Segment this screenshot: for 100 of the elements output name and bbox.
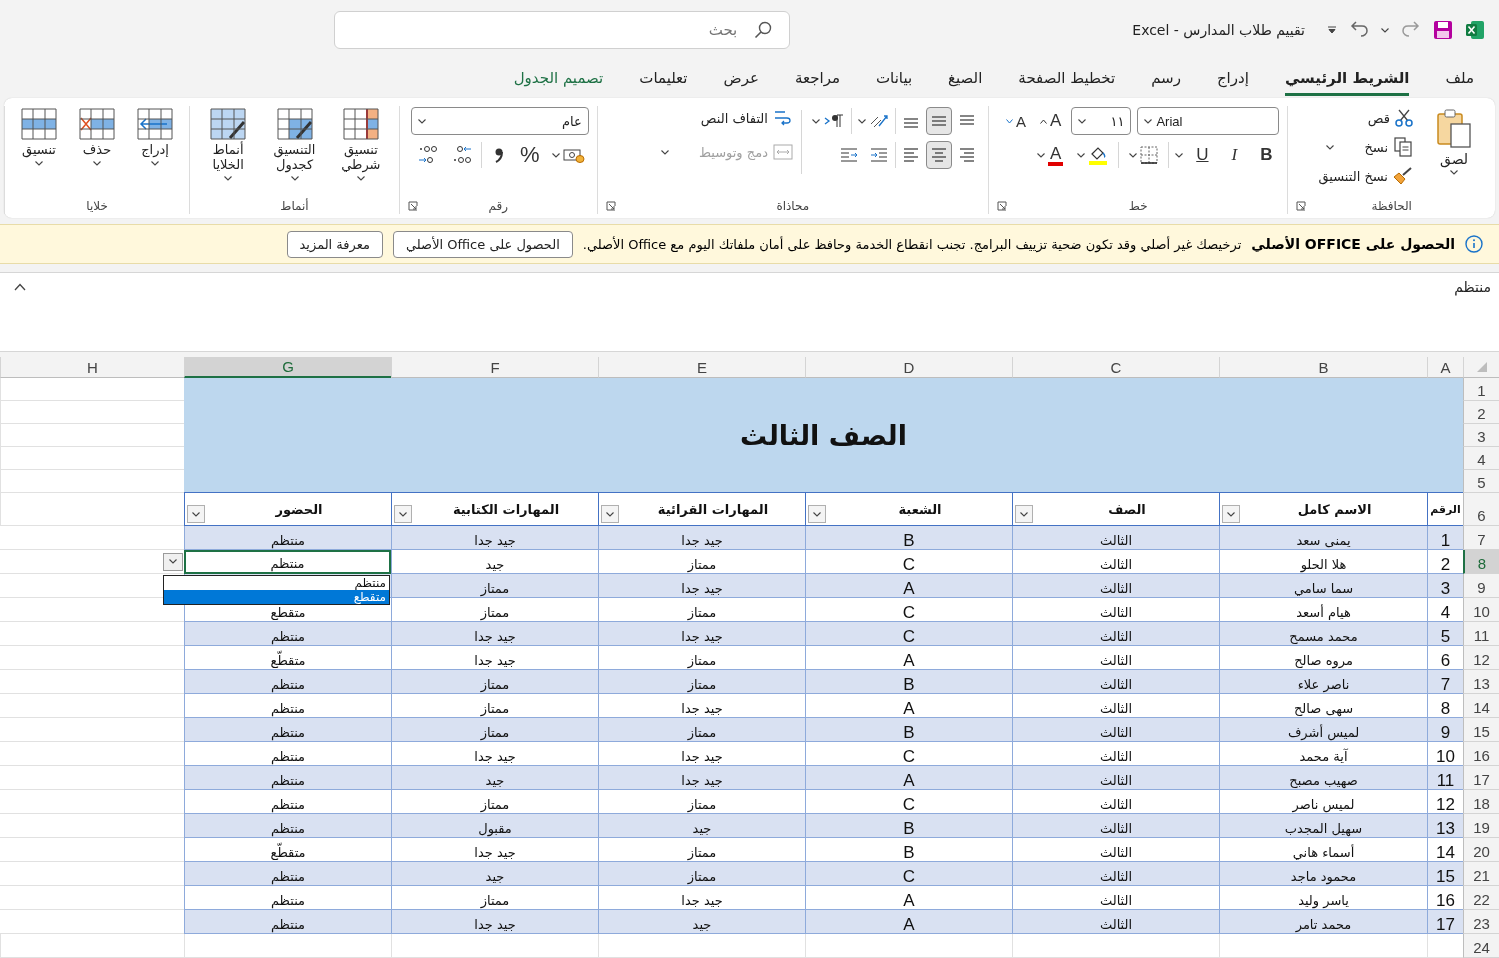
formula-bar[interactable]: منتظم (1454, 279, 1491, 295)
row-header[interactable]: 14 (1463, 694, 1499, 718)
row-header[interactable]: 13 (1463, 670, 1499, 694)
paste-button[interactable]: لصق (1421, 106, 1487, 178)
shrink-font-button[interactable]: A (1002, 107, 1031, 135)
ribbon-tab[interactable]: الشريط الرئيسي (1284, 62, 1410, 96)
delete-cells-button[interactable]: حذف (71, 106, 123, 168)
row-header[interactable]: 24 (1463, 934, 1499, 958)
table-cell: 13 (1427, 814, 1463, 838)
redo-icon[interactable] (1401, 20, 1421, 40)
column-header[interactable]: D (805, 357, 1012, 378)
row-header[interactable]: 19 (1463, 814, 1499, 838)
row-header[interactable]: 11 (1463, 622, 1499, 646)
vertical-align-button[interactable] (925, 107, 952, 135)
row-header[interactable]: 22 (1463, 886, 1499, 910)
row-header[interactable]: 20 (1463, 838, 1499, 862)
excel-logo[interactable] (1465, 20, 1485, 40)
ribbon-tab[interactable]: ملف (1445, 62, 1474, 96)
corner-triangle-icon (1476, 362, 1487, 372)
format-cells-button[interactable]: تنسيق (13, 106, 65, 168)
column-header[interactable]: G (184, 357, 391, 378)
caret-icon (1450, 170, 1458, 176)
row-header[interactable]: 4 (1463, 447, 1499, 470)
format-painter-button[interactable]: نسخ التنسيق (1316, 164, 1415, 188)
filter-button[interactable] (601, 505, 619, 523)
ribbon-tab[interactable]: مراجعة (794, 62, 840, 96)
dropdown-button[interactable] (163, 552, 183, 571)
copy-icon (1393, 137, 1413, 157)
filter-button[interactable] (1222, 505, 1240, 523)
row-header[interactable]: 12 (1463, 646, 1499, 670)
copy-button[interactable]: نسخ (1316, 134, 1415, 160)
cell-styles-button[interactable]: أنماط الخلايا (198, 106, 259, 183)
search-field[interactable]: بحث (334, 11, 791, 49)
table-cell: B (805, 718, 1012, 742)
table-cell: منتظم (184, 670, 391, 694)
row-header[interactable]: 18 (1463, 790, 1499, 814)
column-heading: الحضور (274, 501, 324, 517)
insert-cells-button[interactable]: إدراج (129, 106, 181, 168)
dialog-launcher-icon[interactable] (408, 201, 418, 211)
column-header[interactable]: B (1219, 357, 1427, 378)
wrap-text-button[interactable]: التفاف النص (658, 106, 795, 130)
column-header[interactable]: H (0, 357, 184, 378)
conditional-formatting-button[interactable]: تنسيق شرطي (330, 106, 391, 183)
caret-icon (224, 175, 233, 181)
table-cell: الثالث (1012, 766, 1219, 790)
row-header[interactable]: 17 (1463, 766, 1499, 790)
notice-button[interactable]: الحصول على Office الأصلي (392, 230, 573, 258)
ribbon-tab[interactable]: رسم (1151, 62, 1181, 96)
undo-icon[interactable] (1349, 20, 1369, 40)
row-header[interactable]: 6 (1463, 493, 1499, 526)
row-header[interactable]: 9 (1463, 574, 1499, 598)
column-header[interactable]: A (1427, 357, 1463, 378)
number-format-field[interactable]: عام (410, 107, 589, 135)
row-header[interactable]: 15 (1463, 718, 1499, 742)
ribbon-tab[interactable]: تعليمات (639, 62, 688, 96)
notice-button[interactable]: معرفة المزيد (286, 230, 383, 258)
column-header[interactable]: E (598, 357, 805, 378)
column-header[interactable]: F (391, 357, 598, 378)
collapse-icon[interactable] (14, 283, 26, 291)
row-header[interactable]: 8 (1463, 550, 1499, 574)
font-size-field[interactable]: ١١ (1071, 107, 1132, 135)
row-header[interactable]: 2 (1463, 401, 1499, 424)
ribbon-tab[interactable]: بيانات (875, 62, 913, 96)
row-header[interactable]: 16 (1463, 742, 1499, 766)
row-header[interactable]: 3 (1463, 424, 1499, 447)
table-cell: الثالث (1012, 622, 1219, 646)
underline-button[interactable]: U (1189, 141, 1216, 169)
column-header[interactable]: C (1012, 357, 1219, 378)
dialog-launcher-icon[interactable] (996, 201, 1007, 211)
font-name-field[interactable]: Arial (1137, 107, 1280, 135)
customize-toolbar-icon[interactable] (1327, 26, 1337, 34)
table-cell: 5 (1427, 622, 1463, 646)
filter-button[interactable] (187, 505, 205, 523)
ribbon-tab[interactable]: تصميم الجدول (513, 62, 604, 96)
ribbon-tab[interactable]: الصيغ (948, 62, 983, 96)
format-as-table-button[interactable]: التنسيق كجدول (264, 106, 325, 183)
percent-button[interactable]: % (516, 141, 544, 169)
filter-button[interactable] (808, 505, 826, 523)
dialog-launcher-icon[interactable] (1296, 201, 1307, 211)
dialog-launcher-icon[interactable] (605, 201, 616, 211)
row-header[interactable]: 21 (1463, 862, 1499, 886)
ribbon-tab[interactable]: عرض (723, 62, 759, 96)
ribbon-tab[interactable]: تخطيط الصفحة (1018, 62, 1116, 96)
dropdown-option[interactable]: متقطع (164, 590, 389, 604)
cut-button[interactable]: قص (1316, 106, 1415, 130)
horizontal-align-button[interactable] (925, 141, 952, 169)
save-icon[interactable] (1433, 20, 1453, 40)
row-header[interactable]: 10 (1463, 598, 1499, 622)
font-color-button[interactable]: A (1033, 141, 1068, 169)
italic-button[interactable]: I (1221, 141, 1248, 169)
grow-font-button[interactable]: A (1036, 107, 1066, 135)
ribbon-tab[interactable]: إدراج (1216, 62, 1249, 96)
row-header[interactable]: 1 (1463, 378, 1499, 401)
filter-button[interactable] (1015, 505, 1033, 523)
wrap-text-icon (772, 109, 793, 127)
row-header[interactable]: 7 (1463, 526, 1499, 550)
filter-button[interactable] (394, 505, 412, 523)
row-header[interactable]: 23 (1463, 910, 1499, 934)
bold-button[interactable]: B (1253, 141, 1280, 169)
row-header[interactable]: 5 (1463, 470, 1499, 493)
